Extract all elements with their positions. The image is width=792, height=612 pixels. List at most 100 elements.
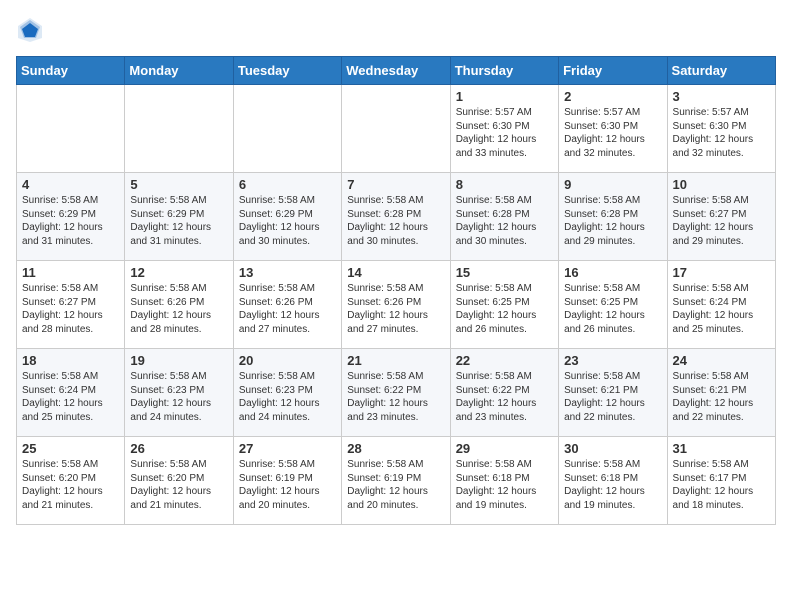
day-number: 18 (22, 353, 119, 368)
calendar-cell: 23 Sunrise: 5:58 AM Sunset: 6:21 PM Dayl… (559, 349, 667, 437)
day-details: Sunrise: 5:58 AM Sunset: 6:21 PM Dayligh… (564, 370, 661, 424)
calendar-cell: 16 Sunrise: 5:58 AM Sunset: 6:25 PM Dayl… (559, 261, 667, 349)
calendar-cell: 17 Sunrise: 5:58 AM Sunset: 6:24 PM Dayl… (667, 261, 775, 349)
day-number: 7 (347, 177, 444, 192)
calendar-cell: 4 Sunrise: 5:58 AM Sunset: 6:29 PM Dayli… (17, 173, 125, 261)
calendar-cell: 27 Sunrise: 5:58 AM Sunset: 6:19 PM Dayl… (233, 437, 341, 525)
day-number: 30 (564, 441, 661, 456)
day-number: 31 (673, 441, 770, 456)
day-number: 25 (22, 441, 119, 456)
calendar-cell: 25 Sunrise: 5:58 AM Sunset: 6:20 PM Dayl… (17, 437, 125, 525)
calendar-table: SundayMondayTuesdayWednesdayThursdayFrid… (16, 56, 776, 525)
calendar-cell: 12 Sunrise: 5:58 AM Sunset: 6:26 PM Dayl… (125, 261, 233, 349)
day-details: Sunrise: 5:58 AM Sunset: 6:26 PM Dayligh… (130, 282, 227, 336)
weekday-header-wednesday: Wednesday (342, 57, 450, 85)
day-number: 17 (673, 265, 770, 280)
calendar-cell: 14 Sunrise: 5:58 AM Sunset: 6:26 PM Dayl… (342, 261, 450, 349)
day-details: Sunrise: 5:58 AM Sunset: 6:27 PM Dayligh… (22, 282, 119, 336)
calendar-cell: 20 Sunrise: 5:58 AM Sunset: 6:23 PM Dayl… (233, 349, 341, 437)
day-number: 12 (130, 265, 227, 280)
day-number: 19 (130, 353, 227, 368)
logo (16, 16, 48, 44)
calendar-week-row: 4 Sunrise: 5:58 AM Sunset: 6:29 PM Dayli… (17, 173, 776, 261)
day-details: Sunrise: 5:58 AM Sunset: 6:20 PM Dayligh… (22, 458, 119, 512)
calendar-cell: 22 Sunrise: 5:58 AM Sunset: 6:22 PM Dayl… (450, 349, 558, 437)
day-details: Sunrise: 5:58 AM Sunset: 6:18 PM Dayligh… (564, 458, 661, 512)
day-number: 14 (347, 265, 444, 280)
day-details: Sunrise: 5:58 AM Sunset: 6:21 PM Dayligh… (673, 370, 770, 424)
calendar-cell: 8 Sunrise: 5:58 AM Sunset: 6:28 PM Dayli… (450, 173, 558, 261)
day-details: Sunrise: 5:58 AM Sunset: 6:19 PM Dayligh… (239, 458, 336, 512)
calendar-cell: 11 Sunrise: 5:58 AM Sunset: 6:27 PM Dayl… (17, 261, 125, 349)
calendar-week-row: 1 Sunrise: 5:57 AM Sunset: 6:30 PM Dayli… (17, 85, 776, 173)
day-number: 9 (564, 177, 661, 192)
logo-icon (16, 16, 44, 44)
day-details: Sunrise: 5:58 AM Sunset: 6:23 PM Dayligh… (130, 370, 227, 424)
day-number: 13 (239, 265, 336, 280)
day-number: 26 (130, 441, 227, 456)
calendar-week-row: 11 Sunrise: 5:58 AM Sunset: 6:27 PM Dayl… (17, 261, 776, 349)
day-number: 10 (673, 177, 770, 192)
day-number: 21 (347, 353, 444, 368)
weekday-header-saturday: Saturday (667, 57, 775, 85)
day-details: Sunrise: 5:58 AM Sunset: 6:28 PM Dayligh… (456, 194, 553, 248)
calendar-cell: 29 Sunrise: 5:58 AM Sunset: 6:18 PM Dayl… (450, 437, 558, 525)
day-number: 3 (673, 89, 770, 104)
weekday-header-thursday: Thursday (450, 57, 558, 85)
weekday-header-friday: Friday (559, 57, 667, 85)
calendar-cell: 6 Sunrise: 5:58 AM Sunset: 6:29 PM Dayli… (233, 173, 341, 261)
day-number: 28 (347, 441, 444, 456)
day-details: Sunrise: 5:57 AM Sunset: 6:30 PM Dayligh… (673, 106, 770, 160)
calendar-cell: 1 Sunrise: 5:57 AM Sunset: 6:30 PM Dayli… (450, 85, 558, 173)
calendar-week-row: 18 Sunrise: 5:58 AM Sunset: 6:24 PM Dayl… (17, 349, 776, 437)
calendar-cell: 24 Sunrise: 5:58 AM Sunset: 6:21 PM Dayl… (667, 349, 775, 437)
day-details: Sunrise: 5:58 AM Sunset: 6:19 PM Dayligh… (347, 458, 444, 512)
calendar-cell: 26 Sunrise: 5:58 AM Sunset: 6:20 PM Dayl… (125, 437, 233, 525)
calendar-cell (17, 85, 125, 173)
day-number: 2 (564, 89, 661, 104)
page-header (16, 16, 776, 44)
day-details: Sunrise: 5:58 AM Sunset: 6:24 PM Dayligh… (673, 282, 770, 336)
day-number: 8 (456, 177, 553, 192)
day-details: Sunrise: 5:58 AM Sunset: 6:23 PM Dayligh… (239, 370, 336, 424)
day-details: Sunrise: 5:58 AM Sunset: 6:25 PM Dayligh… (564, 282, 661, 336)
calendar-cell: 28 Sunrise: 5:58 AM Sunset: 6:19 PM Dayl… (342, 437, 450, 525)
day-number: 6 (239, 177, 336, 192)
calendar-cell: 2 Sunrise: 5:57 AM Sunset: 6:30 PM Dayli… (559, 85, 667, 173)
day-details: Sunrise: 5:58 AM Sunset: 6:29 PM Dayligh… (22, 194, 119, 248)
day-details: Sunrise: 5:57 AM Sunset: 6:30 PM Dayligh… (456, 106, 553, 160)
calendar-cell (125, 85, 233, 173)
weekday-header-sunday: Sunday (17, 57, 125, 85)
day-details: Sunrise: 5:58 AM Sunset: 6:29 PM Dayligh… (239, 194, 336, 248)
calendar-cell: 31 Sunrise: 5:58 AM Sunset: 6:17 PM Dayl… (667, 437, 775, 525)
calendar-week-row: 25 Sunrise: 5:58 AM Sunset: 6:20 PM Dayl… (17, 437, 776, 525)
day-number: 29 (456, 441, 553, 456)
day-details: Sunrise: 5:58 AM Sunset: 6:26 PM Dayligh… (239, 282, 336, 336)
day-number: 11 (22, 265, 119, 280)
day-number: 20 (239, 353, 336, 368)
day-number: 5 (130, 177, 227, 192)
day-details: Sunrise: 5:57 AM Sunset: 6:30 PM Dayligh… (564, 106, 661, 160)
day-number: 22 (456, 353, 553, 368)
calendar-cell: 21 Sunrise: 5:58 AM Sunset: 6:22 PM Dayl… (342, 349, 450, 437)
calendar-cell: 3 Sunrise: 5:57 AM Sunset: 6:30 PM Dayli… (667, 85, 775, 173)
day-number: 16 (564, 265, 661, 280)
calendar-cell: 7 Sunrise: 5:58 AM Sunset: 6:28 PM Dayli… (342, 173, 450, 261)
calendar-cell: 13 Sunrise: 5:58 AM Sunset: 6:26 PM Dayl… (233, 261, 341, 349)
calendar-cell: 15 Sunrise: 5:58 AM Sunset: 6:25 PM Dayl… (450, 261, 558, 349)
day-number: 24 (673, 353, 770, 368)
day-details: Sunrise: 5:58 AM Sunset: 6:25 PM Dayligh… (456, 282, 553, 336)
day-details: Sunrise: 5:58 AM Sunset: 6:17 PM Dayligh… (673, 458, 770, 512)
day-number: 15 (456, 265, 553, 280)
calendar-cell: 18 Sunrise: 5:58 AM Sunset: 6:24 PM Dayl… (17, 349, 125, 437)
day-details: Sunrise: 5:58 AM Sunset: 6:29 PM Dayligh… (130, 194, 227, 248)
weekday-header-tuesday: Tuesday (233, 57, 341, 85)
calendar-cell (342, 85, 450, 173)
calendar-cell (233, 85, 341, 173)
day-details: Sunrise: 5:58 AM Sunset: 6:27 PM Dayligh… (673, 194, 770, 248)
day-details: Sunrise: 5:58 AM Sunset: 6:20 PM Dayligh… (130, 458, 227, 512)
day-number: 1 (456, 89, 553, 104)
day-details: Sunrise: 5:58 AM Sunset: 6:22 PM Dayligh… (456, 370, 553, 424)
calendar-cell: 9 Sunrise: 5:58 AM Sunset: 6:28 PM Dayli… (559, 173, 667, 261)
day-details: Sunrise: 5:58 AM Sunset: 6:24 PM Dayligh… (22, 370, 119, 424)
